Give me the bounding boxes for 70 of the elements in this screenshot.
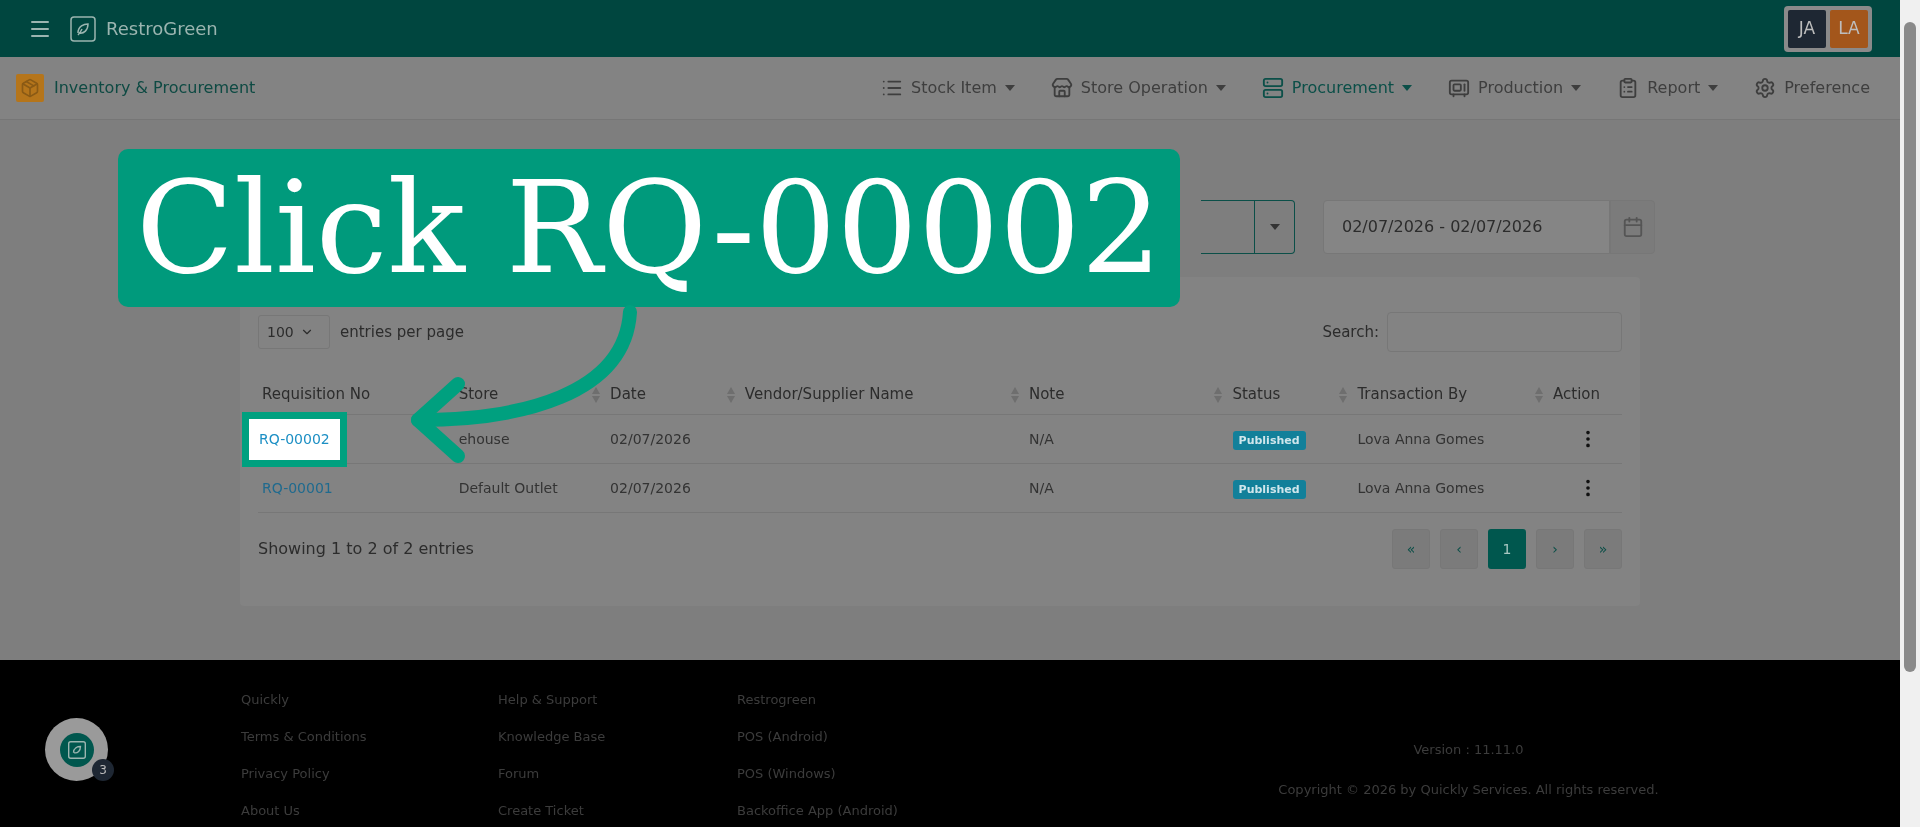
nav-menu-item[interactable]: Procurement	[1261, 76, 1413, 100]
footer-link[interactable]: Terms & Conditions	[241, 727, 498, 746]
table-cell-text: N/A	[1029, 429, 1055, 449]
date-range-field[interactable]: 02/07/2026 - 02/07/2026	[1323, 200, 1610, 254]
footer-link[interactable]: Help & Support	[498, 690, 737, 709]
table-cell-text: Lova Anna Gomes	[1357, 478, 1486, 498]
caret-icon	[1708, 85, 1719, 91]
entries-summary: Showing 1 to 2 of 2 entries	[258, 538, 474, 560]
column-header[interactable]: Note	[1028, 383, 1065, 406]
page-size-label: entries per page	[340, 321, 464, 343]
table-cell-text: 02/07/2026	[610, 429, 692, 449]
nav-menu-item[interactable]: Store Operation	[1050, 76, 1226, 100]
callout-banner: Click RQ-00002	[118, 149, 1181, 307]
table-cell-text: 02/07/2026	[610, 478, 692, 498]
column-header[interactable]: Transaction By	[1357, 383, 1468, 406]
page-size-select[interactable]: 100	[258, 315, 330, 349]
production-icon	[1448, 77, 1471, 99]
caret-icon	[1269, 224, 1280, 230]
status-badge: Published	[1232, 430, 1306, 450]
footer-link[interactable]: Privacy Policy	[241, 764, 498, 783]
caret-icon	[1571, 85, 1582, 91]
page-button[interactable]: 1	[1488, 529, 1526, 569]
nav-menu-item[interactable]: Production	[1448, 76, 1582, 100]
caret-icon	[1004, 85, 1015, 91]
table-cell-text: N/A	[1029, 478, 1055, 498]
page-button[interactable]: ›	[1536, 529, 1574, 569]
page-button[interactable]: »	[1584, 529, 1622, 569]
column-header[interactable]: Store	[458, 383, 499, 406]
column-header[interactable]: Requisition No	[262, 383, 371, 406]
table-cell-text: Lova Anna Gomes	[1357, 429, 1486, 449]
column-header[interactable]: Status	[1232, 383, 1281, 406]
footer-link[interactable]: POS (Android)	[737, 727, 997, 746]
caret-icon	[1402, 85, 1413, 91]
chat-logo-icon	[59, 732, 94, 767]
search-label: Search:	[1322, 321, 1379, 343]
requisition-link[interactable]: RQ-00001	[262, 479, 333, 496]
settings-icon	[1754, 77, 1777, 99]
footer-link[interactable]: Create Ticket	[498, 801, 737, 820]
footer-link[interactable]: Quickly	[241, 690, 498, 709]
column-header[interactable]: Vendor/Supplier Name	[744, 383, 914, 406]
footer-link[interactable]: Backoffice App (Android)	[737, 801, 997, 820]
copyright-text: Copyright © 2026 by Quickly Services. All rights reserved.	[1278, 780, 1659, 799]
footer-link[interactable]: About Us	[241, 801, 498, 820]
footer-link[interactable]: Knowledge Base	[498, 727, 737, 746]
nav-menu-item[interactable]: Preference	[1754, 76, 1870, 100]
caret-icon	[1215, 85, 1226, 91]
footer-link[interactable]: Forum	[498, 764, 737, 783]
avatar[interactable]: LA	[1830, 9, 1868, 48]
requisition-link[interactable]: RQ-00002	[242, 411, 347, 467]
page-button[interactable]: ‹	[1440, 529, 1478, 569]
table-cell-text: ehouse	[458, 429, 511, 449]
nav-menu-item[interactable]: Stock Item	[881, 76, 1015, 100]
sort-icon	[592, 386, 601, 403]
column-header[interactable]: Date	[610, 383, 646, 406]
footer-link[interactable]: POS (Windows)	[737, 764, 997, 783]
store-icon	[1050, 77, 1073, 99]
procurement-icon	[1261, 77, 1284, 99]
table-cell-text: Default Outlet	[458, 478, 559, 498]
nav-menu-item[interactable]: Report	[1617, 76, 1719, 100]
column-header[interactable]: Action	[1553, 383, 1601, 406]
page-button[interactable]: «	[1392, 529, 1430, 569]
box-icon	[16, 74, 44, 102]
avatar[interactable]: JA	[1788, 9, 1826, 48]
status-badge: Published	[1232, 479, 1306, 499]
calendar-icon	[1621, 216, 1644, 238]
version-text: Version : 11.11.0	[1413, 741, 1524, 759]
footer-link[interactable]: Restrogreen	[737, 690, 997, 709]
leaf-logo-icon	[70, 15, 96, 42]
module-title: Inventory & Procurement	[54, 77, 256, 99]
brand-name: RestroGreen	[106, 17, 218, 41]
